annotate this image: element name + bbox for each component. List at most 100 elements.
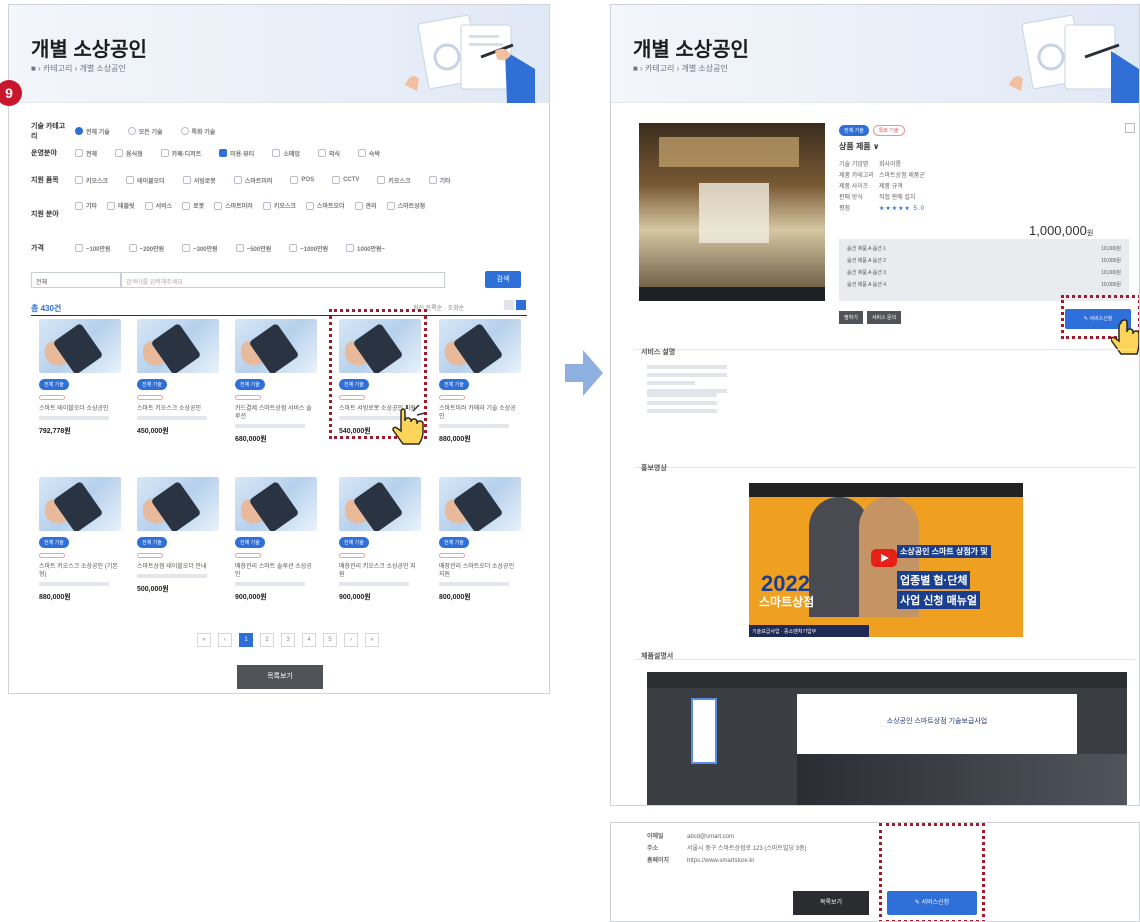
- grid-view-icon[interactable]: [516, 300, 526, 310]
- product-title[interactable]: 카드결제 스마트상점 서비스 솔루션: [235, 405, 317, 421]
- page-prev[interactable]: ‹: [218, 633, 232, 647]
- checkbox-option[interactable]: 기타: [75, 201, 97, 210]
- page-number[interactable]: 3: [281, 633, 295, 647]
- option-row[interactable]: 옵션 제품 A 옵션 2 10,000원: [847, 257, 1121, 269]
- checkbox-option[interactable]: ~1000만원: [289, 244, 328, 253]
- product-title[interactable]: 스마트 테이블오더 소상공인: [39, 405, 121, 413]
- radio-option[interactable]: 전체 기술: [75, 127, 110, 136]
- list-button[interactable]: 목록보기: [237, 665, 323, 689]
- checkbox-option[interactable]: 스마트미러: [214, 201, 253, 210]
- checkbox-option[interactable]: 태블릿: [107, 201, 135, 210]
- checkbox-option[interactable]: 숙박: [357, 149, 380, 158]
- wishlist-button[interactable]: 찜하기: [839, 311, 863, 324]
- radio-option[interactable]: 특화 기술: [180, 127, 215, 136]
- product-card[interactable]: 전체 기술스마트상점 테이블오더 안내 500,000원: [137, 477, 219, 613]
- product-card[interactable]: 전체 기술 매장관리 키오스크 소상공인 지원 900,000원: [339, 477, 421, 613]
- sub-tag: [235, 553, 261, 558]
- product-thumbnail[interactable]: [339, 477, 421, 531]
- page-number[interactable]: 4: [302, 633, 316, 647]
- checkbox-option[interactable]: ~500만원: [235, 244, 271, 253]
- option-row[interactable]: 옵션 제품 A 옵션 3 10,000원: [847, 269, 1121, 281]
- product-thumbnail[interactable]: [39, 319, 121, 373]
- checkbox-option[interactable]: 미용·뷰티: [219, 149, 254, 158]
- product-card[interactable]: 전체 기술 스마트 테이블오더 소상공인 792,778원: [39, 319, 121, 455]
- checkbox-option[interactable]: 소매업: [272, 149, 300, 158]
- product-thumbnail[interactable]: [39, 477, 121, 531]
- promo-video[interactable]: 2022 스마트상점 소상공인 스마트 상점가 및 업종별 협·단체 사업 신청…: [749, 483, 1023, 637]
- checkbox-option[interactable]: 음식점: [115, 149, 143, 158]
- product-card[interactable]: 전체 기술 스마트 키오스크 소상공인 450,000원: [137, 319, 219, 455]
- checkbox-option[interactable]: 키오스크: [262, 201, 296, 210]
- product-thumbnail[interactable]: [235, 319, 317, 373]
- checkbox-option[interactable]: 외식: [317, 149, 340, 158]
- checkbox-option[interactable]: POS: [290, 176, 314, 184]
- sub-tag: [137, 395, 163, 400]
- breadcrumb[interactable]: ■ › 카테고리 › 개별 소상공인: [633, 63, 728, 74]
- page-number[interactable]: 5: [323, 633, 337, 647]
- product-card[interactable]: 전체 기술 매장관리 스마트 솔루션 소상공인 900,000원: [235, 477, 317, 613]
- category-tag: 전체 기술: [39, 537, 69, 548]
- share-icon[interactable]: [1125, 123, 1135, 133]
- product-title[interactable]: 스마트미러 카메라 기술 소상공인: [439, 405, 521, 421]
- product-thumbnail[interactable]: [235, 477, 317, 531]
- checkbox-option[interactable]: ~300만원: [182, 244, 218, 253]
- product-photo[interactable]: [639, 123, 825, 301]
- checkbox-option[interactable]: 로봇: [182, 201, 204, 210]
- checkbox-option[interactable]: 카페·디저트: [160, 149, 201, 158]
- checkbox-option[interactable]: 관리: [354, 201, 377, 210]
- checkbox-option[interactable]: 서비스: [144, 201, 172, 210]
- product-thumbnail[interactable]: [439, 477, 521, 531]
- page-number[interactable]: 2: [260, 633, 274, 647]
- checkbox-option[interactable]: 1000만원~: [346, 244, 385, 253]
- option-row[interactable]: 옵션 제품 A 옵션 1 10,000원: [847, 245, 1121, 257]
- info-row: 이메일 abcd@smart.com: [647, 834, 735, 840]
- page-first[interactable]: «: [197, 633, 211, 647]
- search-button[interactable]: 검색: [485, 271, 521, 288]
- checkbox-option[interactable]: 스마트상점: [386, 201, 425, 210]
- breadcrumb[interactable]: ■ › 카테고리 › 개별 소상공인: [31, 63, 126, 74]
- product-card[interactable]: 전체 기술 스마트미러 카메라 기술 소상공인 880,000원: [439, 319, 521, 455]
- search-input[interactable]: 검색어를 입력해주세요: [121, 272, 445, 288]
- list-button[interactable]: 목록보기: [793, 891, 869, 915]
- checkbox-option[interactable]: 스마트미러: [233, 176, 272, 185]
- slide-thumbnail[interactable]: [691, 698, 717, 764]
- product-thumbnail[interactable]: [439, 319, 521, 373]
- product-title[interactable]: 매장관리 스마트오더 소상공인 지원: [439, 563, 521, 579]
- sub-tag: [39, 395, 65, 400]
- checkbox-option[interactable]: 스마트오더: [305, 201, 345, 210]
- product-title[interactable]: 매장관리 키오스크 소상공인 지원: [339, 563, 421, 579]
- list-view-icon[interactable]: [504, 300, 514, 310]
- category-select[interactable]: 전체: [31, 272, 121, 288]
- checkbox-option[interactable]: CCTV: [332, 176, 359, 184]
- manual-viewer[interactable]: 소상공인 스마트상점 기술보급사업: [647, 672, 1127, 805]
- product-title[interactable]: 스마트 키오스크 소상공인 (기본형): [39, 563, 121, 579]
- product-price: 500,000원: [137, 586, 169, 593]
- product-title[interactable]: 매장관리 스마트 솔루션 소상공인: [235, 563, 317, 579]
- page-number[interactable]: 1: [239, 633, 253, 647]
- product-title[interactable]: 스마트 키오스크 소상공인: [137, 405, 219, 413]
- checkbox-option[interactable]: 테이블오더: [126, 176, 165, 185]
- inquiry-button[interactable]: 서비스 문의: [866, 311, 902, 324]
- product-card[interactable]: 전체 기술 매장관리 스마트오더 소상공인 지원 800,000원: [439, 477, 521, 613]
- category-tag: 전체 기술: [235, 537, 265, 548]
- product-title[interactable]: 스마트상점 테이블오더 안내: [137, 563, 219, 571]
- checkbox-option[interactable]: 기타: [428, 176, 451, 185]
- play-icon[interactable]: [871, 549, 897, 567]
- product-card[interactable]: 전체 기술 카드결제 스마트상점 서비스 솔루션 680,000원: [235, 319, 317, 455]
- product-card[interactable]: 전체 기술 스마트 키오스크 소상공인 (기본형) 880,000원: [39, 477, 121, 613]
- checkbox-option[interactable]: 키오스크: [377, 176, 411, 185]
- checkbox-option[interactable]: 전체: [75, 149, 97, 158]
- page-last[interactable]: »: [365, 633, 379, 647]
- product-thumbnail[interactable]: [137, 477, 219, 531]
- checkbox-option[interactable]: ~200만원: [128, 244, 164, 253]
- option-row[interactable]: 옵션 제품 A 옵션 4 10,000원: [847, 281, 1121, 293]
- checkbox-option[interactable]: ~100만원: [75, 244, 111, 253]
- product-thumbnail[interactable]: [137, 319, 219, 373]
- checkbox-option[interactable]: 키오스크: [75, 176, 108, 185]
- contract-illustration-icon: [405, 14, 535, 103]
- category-tag: 전체 기술: [137, 537, 167, 548]
- page-next[interactable]: ›: [344, 633, 358, 647]
- sub-tag: [235, 395, 261, 400]
- radio-option[interactable]: 모든 기술: [127, 127, 163, 136]
- checkbox-option[interactable]: 서빙로봇: [182, 176, 216, 185]
